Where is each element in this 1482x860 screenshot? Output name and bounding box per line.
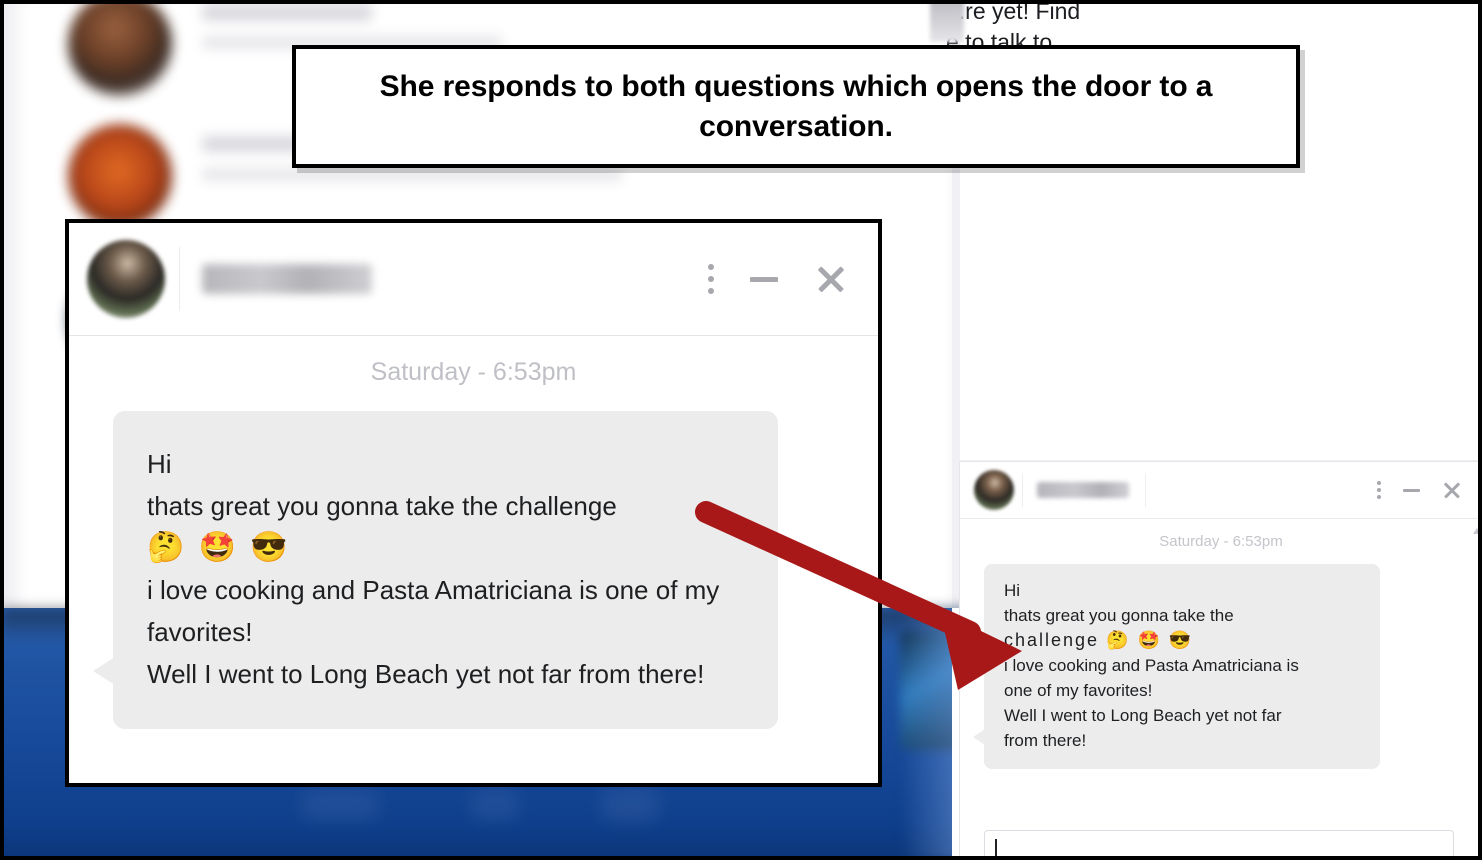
message-line: thats great you gonna take the challenge [147,491,617,521]
screenshot-stage: ...re yet! Find e to talk to. Saturday -… [0,0,1482,860]
message-line: one of my favorites! [1004,681,1153,700]
avatar[interactable] [974,470,1014,510]
message-bubble: Hi thats great you gonna take the challe… [93,411,778,729]
timestamp: Saturday - 6:53pm [370,358,577,386]
message-row: Hi thats great you gonna take the challe… [93,411,778,729]
bubble-tail [93,657,115,685]
kebab-menu-icon[interactable] [708,264,714,294]
window-controls-small [1377,480,1462,500]
bubble-tail [973,729,985,745]
message-line: from there! [1004,731,1087,750]
contact-name [202,264,372,294]
message-row-small: Hi thats great you gonna take the challe… [973,564,1380,769]
message-line-emoji: 🤔 🤩 😎 [147,531,291,564]
text-caret [995,839,997,857]
scroll-up-arrow-icon[interactable] [1473,528,1481,534]
divider [1145,473,1146,507]
minimize-icon[interactable] [1403,488,1420,492]
kebab-menu-icon[interactable] [1377,481,1381,499]
divider [1022,473,1023,507]
message-line: Well I went to Long Beach yet not far [1004,706,1282,725]
chat-window-small[interactable]: Saturday - 6:53pm Hi thats great you gon… [960,462,1482,860]
timestamp-small: Saturday - 6:53pm [1159,533,1283,550]
message-line: i love cooking and Pasta Amatriciana is [1004,656,1299,675]
message-input-small[interactable] [984,830,1454,860]
contact-name-small [1037,482,1129,498]
chat-header-small [960,462,1482,519]
minimize-icon[interactable] [750,276,778,282]
message-line: Hi [147,449,172,479]
annotation-callout: She responds to both questions which ope… [292,45,1300,168]
chat-window-zoomed[interactable]: Saturday - 6:53pm Hi thats great you gon… [65,219,882,787]
background-avatar [68,124,172,228]
background-top-block [930,0,964,42]
background-avatar [68,0,172,96]
annotation-text: She responds to both questions which ope… [379,69,1213,143]
message-bubble-small: Hi thats great you gonna take the challe… [973,564,1380,769]
close-icon[interactable] [814,262,848,296]
message-line: i love cooking and Pasta Amatriciana is … [147,575,720,647]
message-line: challenge 🤔 🤩 😎 [1004,630,1194,650]
close-icon[interactable] [1442,480,1462,500]
divider [179,247,180,311]
window-controls [708,262,848,296]
chat-header [69,223,878,336]
message-line: Well I went to Long Beach yet not far fr… [147,659,705,689]
avatar[interactable] [87,240,165,318]
message-line: Hi [1004,581,1021,600]
message-line: thats great you gonna take the [1004,606,1234,625]
